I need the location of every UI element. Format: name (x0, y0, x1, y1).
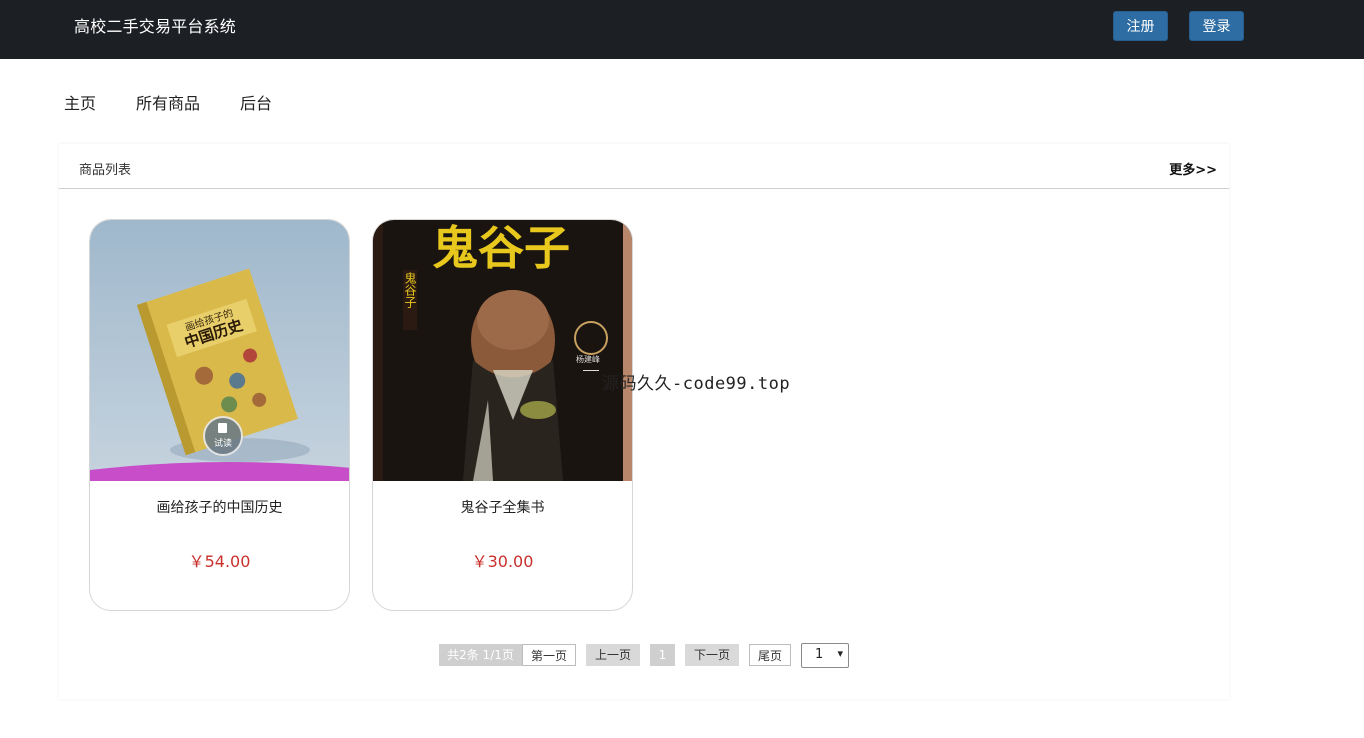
product-name[interactable]: 鬼谷子全集书 (373, 498, 632, 518)
product-card[interactable]: 鬼谷子 鬼谷子 杨建峰 鬼谷子全集书 ￥30.00 (372, 219, 633, 611)
register-button[interactable]: 注册 (1113, 11, 1168, 41)
top-navbar: 高校二手交易平台系统 注册 登录 (0, 0, 1364, 59)
first-page-button[interactable]: 第一页 (522, 644, 576, 666)
cover-side-title: 鬼谷子 (403, 271, 417, 308)
pagination-info: 共2条 1/1页 (439, 644, 522, 666)
product-image: 鬼谷子 鬼谷子 杨建峰 (373, 220, 632, 481)
page-select-value: 1 (815, 647, 824, 662)
product-price: ￥54.00 (188, 552, 251, 571)
chevron-down-icon: ▾ (837, 647, 843, 660)
next-page-button[interactable]: 下一页 (685, 644, 739, 666)
cover-author: 杨建峰 (576, 354, 600, 364)
site-title: 高校二手交易平台系统 (74, 17, 237, 36)
page-select[interactable]: 1 ▾ (801, 643, 849, 668)
product-list-panel: 商品列表 更多>> 画给孩子的 中国历史 试读 画给孩子的中国历史 ￥54.00… (59, 144, 1229, 699)
trial-read-badge: 试读 (214, 437, 232, 449)
nav-all-products[interactable]: 所有商品 (136, 92, 200, 116)
product-price: ￥30.00 (471, 552, 534, 571)
more-link[interactable]: 更多>> (1169, 162, 1217, 180)
product-card[interactable]: 画给孩子的 中国历史 试读 画给孩子的中国历史 ￥54.00 (89, 219, 350, 611)
current-page: 1 (650, 644, 675, 666)
nav-admin[interactable]: 后台 (240, 92, 272, 116)
panel-header: 商品列表 更多>> (59, 144, 1229, 189)
pagination: 共2条 1/1页 第一页 上一页 1 下一页 尾页 1 ▾ (59, 643, 1229, 668)
last-page-button[interactable]: 尾页 (749, 644, 791, 666)
panel-title: 商品列表 (79, 163, 132, 178)
login-button[interactable]: 登录 (1189, 11, 1244, 41)
prev-page-button[interactable]: 上一页 (586, 644, 640, 666)
cover-title: 鬼谷子 (432, 221, 570, 275)
product-name[interactable]: 画给孩子的中国历史 (90, 498, 349, 518)
product-image: 画给孩子的 中国历史 试读 (90, 220, 349, 481)
nav-home[interactable]: 主页 (64, 92, 96, 116)
watermark-text: 源码久久-code99.top (602, 374, 791, 394)
